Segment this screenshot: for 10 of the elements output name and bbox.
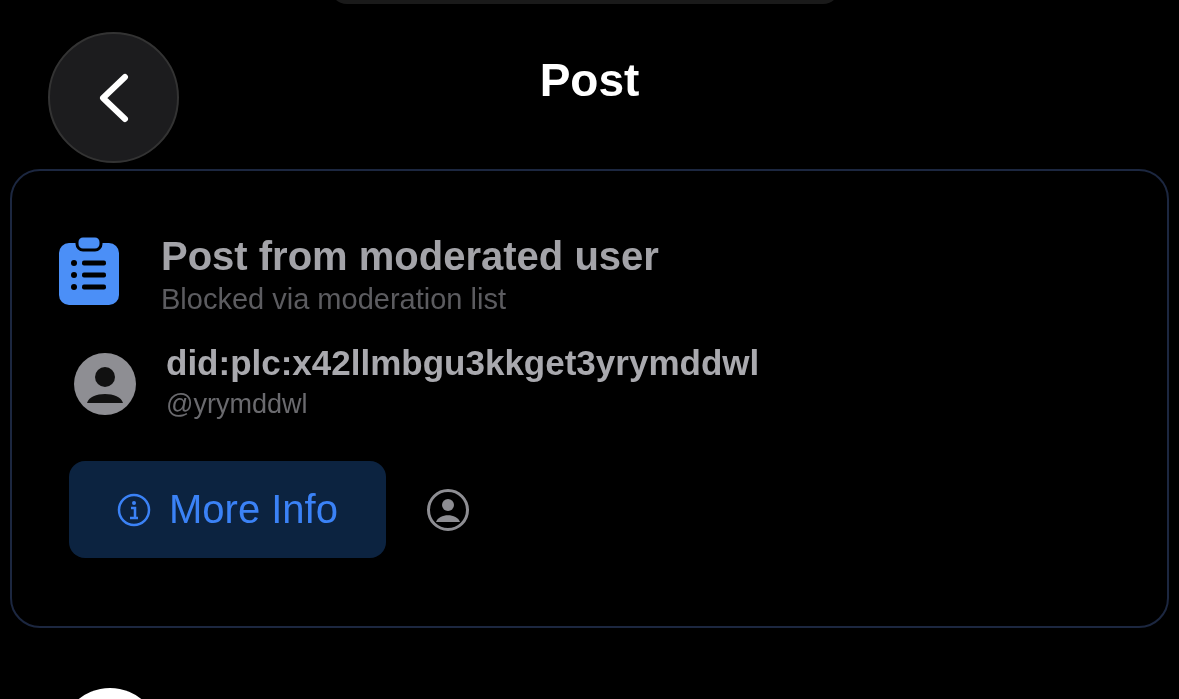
page-title: Post <box>538 52 641 107</box>
avatar-icon <box>74 353 136 415</box>
author-handle: @yrymddwl <box>166 388 309 421</box>
moderation-title: Post from moderated user <box>161 233 659 279</box>
moderation-reason: Blocked via moderation list <box>161 282 507 317</box>
author-did: did:plc:x42llmbgu3kkget3yrymddwl <box>166 342 760 384</box>
person-circle-icon[interactable] <box>425 487 470 532</box>
info-icon <box>117 492 151 527</box>
clipboard-list-icon <box>57 235 121 307</box>
more-info-button[interactable]: More Info <box>69 461 386 558</box>
